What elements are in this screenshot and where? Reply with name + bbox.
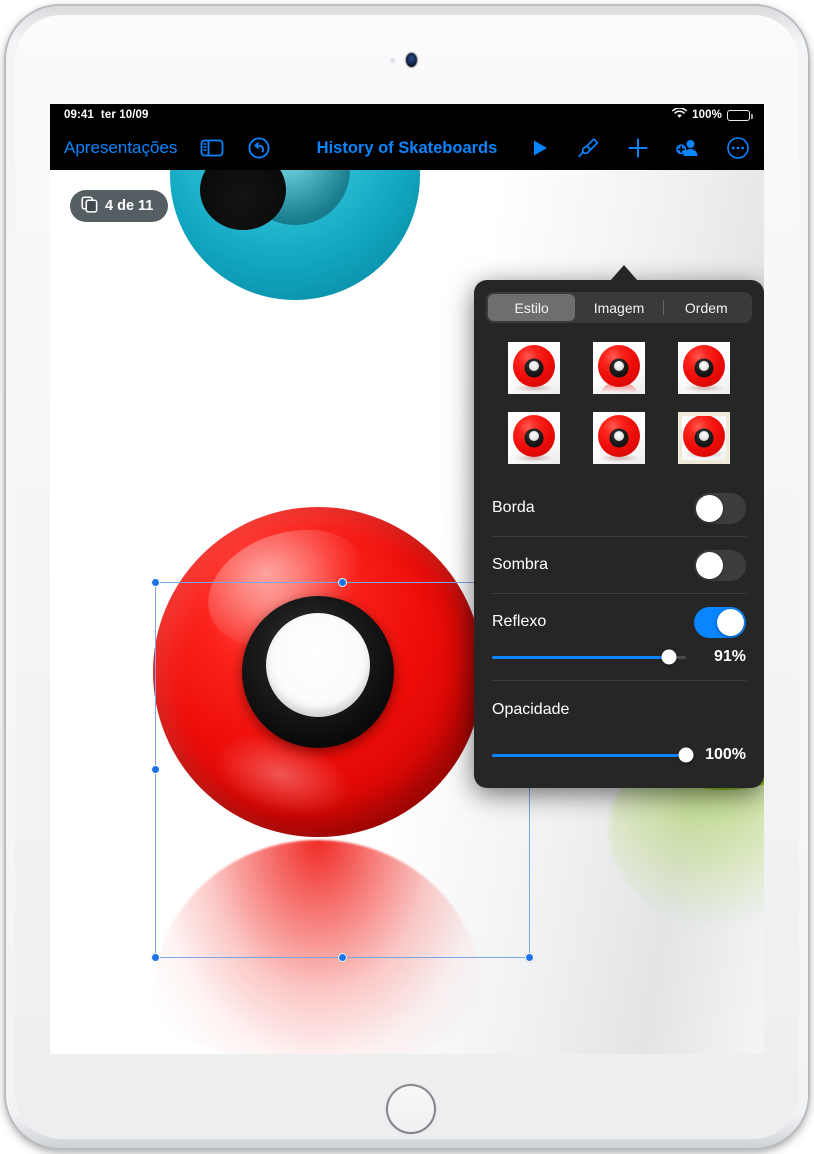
tab-ordem[interactable]: Ordem — [662, 294, 750, 321]
reflexo-value: 91% — [713, 648, 746, 665]
format-popover: Estilo Imagem Ordem Borda Sombra Reflexo… — [474, 280, 764, 788]
option-row-opacidade: Opacidade — [492, 681, 746, 737]
duplicate-slides-icon — [81, 195, 98, 217]
reflexo-slider-row: 91% — [492, 644, 746, 680]
slide-counter-label: 4 de 11 — [105, 198, 154, 214]
selection-handle-bottom-left[interactable] — [151, 953, 160, 962]
option-row-reflexo: Reflexo — [492, 594, 746, 650]
style-thumbnail-grid — [492, 340, 746, 466]
tab-imagem[interactable]: Imagem — [575, 294, 662, 321]
borda-toggle[interactable] — [694, 492, 746, 524]
style-thumbnail-2[interactable] — [591, 340, 647, 396]
ellipsis-icon[interactable] — [726, 136, 750, 160]
reflexo-slider-track[interactable] — [492, 649, 686, 665]
sidebar-icon[interactable] — [200, 138, 224, 158]
tab-imagem-label: Imagem — [593, 299, 645, 316]
toolbar-left-group: Apresentações — [64, 136, 271, 160]
app-toolbar: Apresentações History of Skateboards — [50, 126, 764, 170]
ambient-light-sensor-icon — [390, 58, 395, 63]
style-thumbnail-5[interactable] — [591, 410, 647, 466]
slide-counter-badge[interactable]: 4 de 11 — [70, 190, 169, 222]
style-thumbnail-6[interactable] — [676, 410, 732, 466]
reflexo-toggle[interactable] — [694, 606, 746, 638]
front-camera-icon — [406, 53, 417, 67]
status-bar: 09:41 ter 10/09 100% — [50, 104, 764, 126]
opacidade-label: Opacidade — [492, 701, 570, 718]
selection-handle-top-middle[interactable] — [337, 578, 347, 587]
status-time: 09:41 — [64, 109, 94, 121]
opacidade-value: 100% — [705, 746, 746, 763]
selection-handle-bottom-middle[interactable] — [337, 953, 347, 962]
battery-percent-label: 100% — [692, 109, 722, 121]
opacidade-slider-row: 100% — [492, 737, 746, 773]
toolbar-right-group — [530, 135, 750, 161]
option-row-borda: Borda — [492, 480, 746, 536]
tab-ordem-label: Ordem — [684, 299, 728, 316]
style-thumbnail-4[interactable] — [506, 410, 562, 466]
battery-full-icon — [727, 109, 753, 121]
opacidade-slider-track[interactable] — [492, 747, 694, 763]
option-row-sombra: Sombra — [492, 537, 746, 593]
style-thumbnail-3[interactable] — [676, 340, 732, 396]
wifi-icon — [672, 107, 688, 122]
selection-handle-top-left[interactable] — [151, 578, 160, 587]
reflexo-slider-knob[interactable] — [661, 649, 677, 665]
selection-handle-bottom-right[interactable] — [525, 953, 534, 962]
plus-icon[interactable] — [626, 136, 650, 160]
tab-estilo-label: Estilo — [514, 299, 549, 316]
popover-tail — [610, 265, 638, 281]
home-button[interactable] — [386, 1084, 436, 1134]
paintbrush-icon[interactable] — [575, 135, 601, 161]
document-title-label[interactable]: History of Skateboards — [317, 139, 498, 157]
ipad-screen: 09:41 ter 10/09 100% Apresentações Histo… — [50, 104, 764, 1054]
popover-tab-bar: Estilo Imagem Ordem — [486, 292, 752, 323]
status-date: ter 10/09 — [100, 109, 149, 121]
selection-handle-middle-left[interactable] — [151, 765, 160, 774]
add-person-icon[interactable] — [675, 136, 701, 160]
status-bar-left: 09:41 ter 10/09 — [64, 109, 149, 121]
style-thumbnail-1[interactable] — [506, 340, 562, 396]
undo-icon[interactable] — [247, 136, 271, 160]
sombra-label: Sombra — [492, 556, 549, 573]
presentations-back-button[interactable]: Apresentações — [64, 138, 177, 158]
reflexo-label: Reflexo — [492, 613, 547, 630]
opacidade-slider-knob[interactable] — [678, 747, 694, 763]
sombra-toggle[interactable] — [694, 549, 746, 581]
play-icon[interactable] — [530, 138, 550, 158]
tab-estilo[interactable]: Estilo — [488, 294, 576, 321]
borda-label: Borda — [492, 499, 535, 516]
status-bar-right: 100% — [672, 107, 753, 122]
